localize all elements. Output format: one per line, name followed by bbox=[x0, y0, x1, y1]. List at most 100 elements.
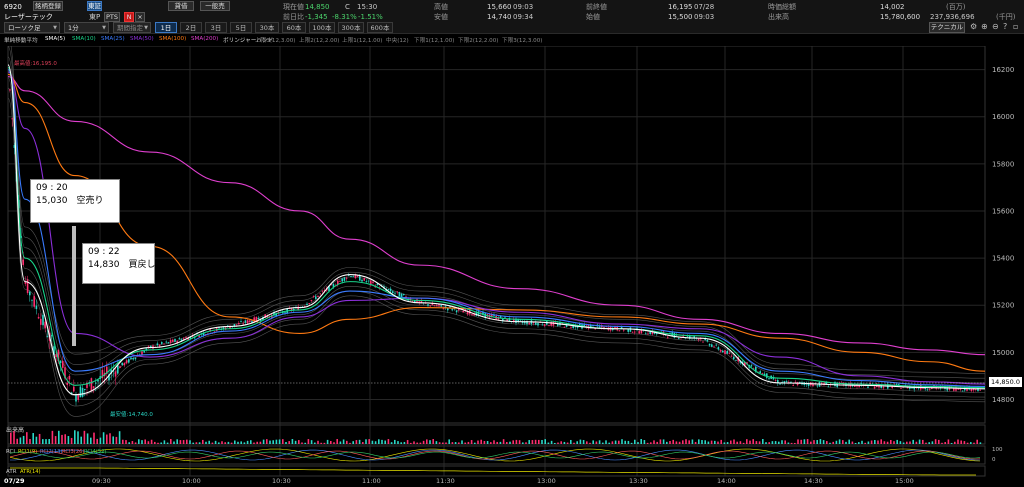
volume-bar bbox=[499, 441, 502, 444]
volume-bar bbox=[154, 441, 156, 444]
period-select[interactable]: 期間指定 ▼ bbox=[113, 22, 151, 33]
candle-body bbox=[392, 291, 394, 294]
volume-bar bbox=[304, 442, 306, 444]
volume-bar bbox=[214, 440, 217, 444]
volume-bar bbox=[275, 439, 278, 444]
volume-bar bbox=[160, 442, 162, 444]
candle-body bbox=[766, 373, 768, 378]
volume-bar bbox=[653, 440, 655, 444]
volume-bar bbox=[442, 442, 444, 444]
candle-body bbox=[359, 276, 361, 281]
timeframe-button[interactable]: 5日 bbox=[230, 22, 252, 33]
volume-bar bbox=[282, 439, 284, 444]
volume-bar bbox=[707, 441, 710, 444]
candle-body bbox=[246, 320, 249, 324]
volume-bar bbox=[902, 442, 905, 444]
volume-bar bbox=[627, 440, 630, 444]
volume-bar bbox=[634, 439, 636, 444]
timeframe-button[interactable]: 600本 bbox=[367, 22, 393, 33]
timeframe-button[interactable]: 3日 bbox=[205, 22, 227, 33]
volume-bar bbox=[74, 430, 76, 444]
timeframe-button[interactable]: 300本 bbox=[338, 22, 364, 33]
price-tick-label: 16000 bbox=[992, 113, 1014, 121]
volume-bar bbox=[16, 438, 18, 444]
zoom-in-icon[interactable]: ⊕ bbox=[981, 22, 988, 32]
n-badge[interactable]: N bbox=[124, 12, 134, 22]
volume-bar bbox=[867, 441, 870, 444]
candle-body bbox=[343, 277, 346, 281]
help-icon[interactable]: ? bbox=[1003, 22, 1007, 32]
volume-bar bbox=[771, 441, 774, 444]
candle-body bbox=[570, 326, 572, 328]
volume-bar bbox=[330, 440, 332, 444]
volume-bar bbox=[934, 439, 937, 444]
annotation-time: 09 : 22 bbox=[88, 247, 120, 257]
candle-body bbox=[779, 383, 781, 385]
register-stock-button[interactable]: 銘柄登録 bbox=[33, 1, 63, 11]
interval-value: 1分 bbox=[68, 24, 79, 32]
quote-header: 6920 銘柄登録 東証 東P PTS N × レーザーテック 貸借 一般売 現… bbox=[0, 0, 1024, 34]
volume-bar bbox=[272, 440, 274, 444]
candle-body bbox=[66, 382, 68, 385]
candle-body bbox=[440, 305, 442, 307]
market-button[interactable]: 東証 bbox=[87, 1, 102, 11]
volume-bar bbox=[477, 440, 479, 444]
legend-sma100[interactable]: SMA(100) bbox=[159, 36, 186, 42]
pin-icon[interactable]: ▫ bbox=[1013, 22, 1018, 32]
volume-bar bbox=[93, 432, 95, 444]
volume-bar bbox=[685, 439, 687, 444]
credit-button[interactable]: 貸借 bbox=[168, 1, 194, 11]
interval-select[interactable]: 1分 ▼ bbox=[64, 22, 109, 33]
legend-sma10[interactable]: SMA(10) bbox=[72, 36, 96, 42]
volume-bar bbox=[422, 440, 425, 444]
open-value: 15,500 bbox=[668, 13, 693, 21]
candle-body bbox=[68, 375, 71, 380]
volume-bar bbox=[803, 439, 806, 444]
candle-body bbox=[387, 289, 390, 290]
volume-bar bbox=[666, 441, 668, 444]
volume-bar bbox=[70, 437, 73, 444]
timeframe-button[interactable]: 60本 bbox=[282, 22, 306, 33]
volume-bar bbox=[454, 442, 457, 444]
general-sell-button[interactable]: 一般売 bbox=[200, 1, 230, 11]
legend-sma25[interactable]: SMA(25) bbox=[101, 36, 125, 42]
pts-button[interactable]: PTS bbox=[104, 12, 120, 22]
volume-bar bbox=[554, 442, 556, 444]
volume-bar bbox=[973, 442, 975, 444]
technical-button[interactable]: テクニカル bbox=[929, 22, 965, 33]
volume-bar bbox=[758, 441, 761, 444]
candle-body bbox=[882, 387, 885, 389]
volume-bar bbox=[384, 440, 386, 444]
candle-body bbox=[9, 89, 11, 91]
volume-bar bbox=[32, 433, 34, 444]
timeframe-button[interactable]: 100本 bbox=[309, 22, 335, 33]
legend-sma5[interactable]: SMA(5) bbox=[45, 36, 65, 42]
candle-body bbox=[403, 293, 405, 295]
low-value: 14,740 bbox=[487, 13, 512, 21]
time-tick-label: 11:00 bbox=[362, 477, 381, 485]
chart-type-select[interactable]: ローソク足 ▼ bbox=[4, 22, 60, 33]
volume-bar bbox=[237, 441, 239, 444]
volume-bar bbox=[755, 441, 758, 444]
zoom-out-icon[interactable]: ⊖ bbox=[992, 22, 999, 32]
volume-bar bbox=[848, 439, 850, 444]
volume-bar bbox=[106, 434, 108, 444]
candle-body bbox=[966, 387, 968, 391]
candle-body bbox=[759, 371, 761, 374]
settings-icon[interactable]: ⚙ bbox=[970, 22, 977, 32]
close-icon[interactable]: × bbox=[135, 12, 145, 22]
open-time: 09:03 bbox=[694, 13, 715, 21]
volume-bar bbox=[730, 440, 732, 444]
volume-bar bbox=[189, 440, 191, 444]
legend-sma50[interactable]: SMA(50) bbox=[130, 36, 154, 42]
volume-bar bbox=[128, 442, 130, 444]
candle-body bbox=[462, 310, 464, 313]
timeframe-button[interactable]: 30本 bbox=[255, 22, 279, 33]
price-tick-label: 15200 bbox=[992, 302, 1014, 310]
timeframe-button[interactable]: 1日 bbox=[155, 22, 177, 33]
indicator-legend: 単純移動平均 SMA(5) SMA(10) SMA(25) SMA(50) SM… bbox=[0, 35, 1024, 46]
volume-bar bbox=[448, 439, 450, 444]
legend-sma200[interactable]: SMA(200) bbox=[191, 36, 218, 42]
timeframe-button[interactable]: 2日 bbox=[180, 22, 202, 33]
market-cap-unit: (百万) bbox=[946, 3, 966, 11]
